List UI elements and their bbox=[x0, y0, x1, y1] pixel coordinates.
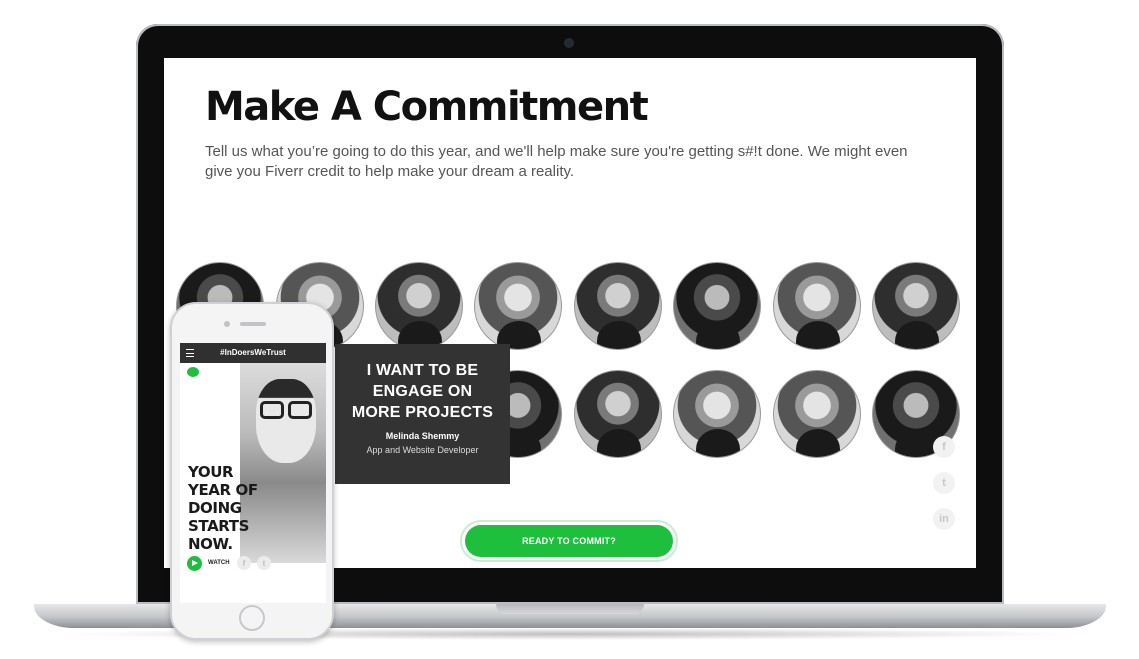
fiverr-logo[interactable] bbox=[187, 367, 199, 377]
member-avatar[interactable] bbox=[773, 262, 861, 350]
member-avatar[interactable] bbox=[673, 262, 761, 350]
twitter-icon[interactable]: t bbox=[933, 472, 955, 494]
quote-line: MORE PROJECTS bbox=[351, 404, 494, 421]
hero-line: DOING bbox=[188, 499, 242, 517]
watch-row: WATCH f t bbox=[187, 556, 287, 572]
linkedin-icon[interactable]: in bbox=[933, 508, 955, 530]
hero-line: NOW. bbox=[188, 535, 233, 553]
phone-nav-title: #InDoersWeTrust bbox=[220, 348, 286, 357]
commitment-quote-card[interactable]: I WANT TO BE ENGAGE ON MORE PROJECTS Mel… bbox=[335, 344, 510, 484]
menu-icon[interactable] bbox=[186, 349, 194, 357]
member-avatar[interactable] bbox=[375, 262, 463, 350]
watch-label[interactable]: WATCH bbox=[208, 560, 230, 566]
phone-home-button[interactable] bbox=[239, 605, 265, 631]
member-avatar[interactable] bbox=[872, 262, 960, 350]
phone-frame: #InDoersWeTrust YOUR YEAR OF DOING START… bbox=[170, 302, 334, 640]
member-avatar[interactable] bbox=[574, 262, 662, 350]
quote-line: ENGAGE ON bbox=[372, 383, 473, 400]
phone-hero-headline: YOUR YEAR OF DOING STARTS NOW. bbox=[188, 463, 268, 553]
quote-author-name: Melinda Shemmy bbox=[385, 431, 460, 441]
phone-speaker bbox=[240, 322, 266, 326]
hero-line: STARTS bbox=[188, 517, 249, 535]
hero-line: YOUR bbox=[188, 463, 234, 481]
page-description: Tell us what you’re going to do this yea… bbox=[205, 143, 908, 180]
member-avatar[interactable] bbox=[574, 370, 662, 458]
camera-icon bbox=[564, 38, 574, 48]
glasses-graphic bbox=[256, 401, 316, 419]
cta-wrapper: READY TO COMMIT? bbox=[460, 520, 678, 562]
ready-to-commit-button[interactable]: READY TO COMMIT? bbox=[465, 525, 673, 557]
member-avatar[interactable] bbox=[673, 370, 761, 458]
facebook-icon[interactable]: f bbox=[933, 436, 955, 458]
member-avatar[interactable] bbox=[773, 370, 861, 458]
phone-nav-bar: #InDoersWeTrust bbox=[180, 343, 326, 363]
phone-screen: #InDoersWeTrust YOUR YEAR OF DOING START… bbox=[180, 343, 326, 603]
phone-camera-icon bbox=[224, 321, 230, 327]
quote-author-role: App and Website Developer bbox=[366, 445, 479, 455]
page-title: Make A Commitment bbox=[205, 84, 649, 130]
hero-line: YEAR OF bbox=[188, 481, 258, 499]
facebook-icon[interactable]: f bbox=[237, 556, 251, 570]
quote-line: I WANT TO BE bbox=[366, 362, 479, 379]
twitter-icon[interactable]: t bbox=[257, 556, 271, 570]
laptop-notch bbox=[496, 604, 644, 614]
play-icon[interactable] bbox=[187, 556, 202, 571]
member-avatar[interactable] bbox=[474, 262, 562, 350]
portrait-head bbox=[256, 379, 316, 463]
